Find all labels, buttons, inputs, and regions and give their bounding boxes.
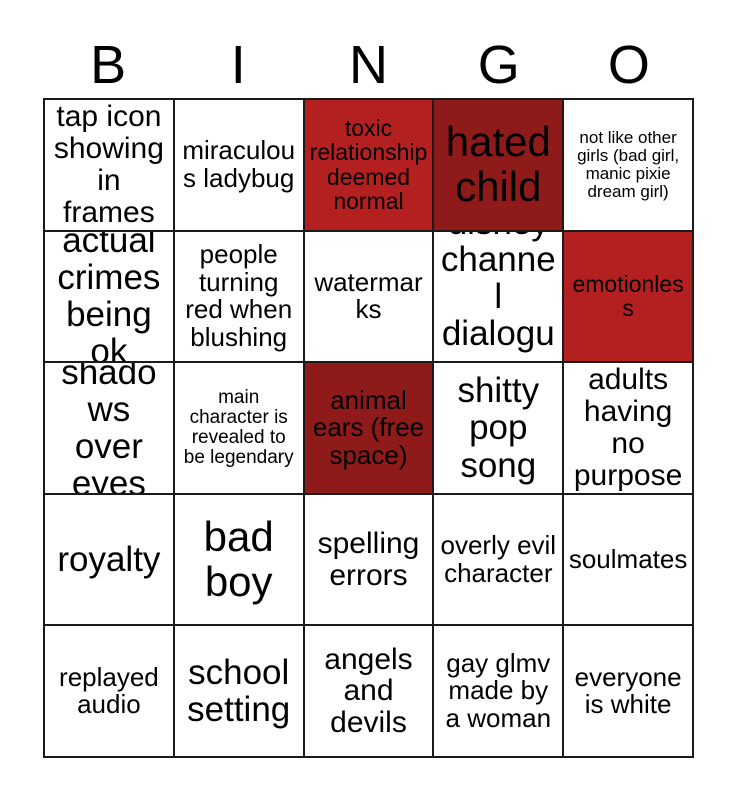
bingo-cell-r4-c2[interactable]: angels and devils [304,626,435,758]
bingo-cell-label: overly evil character [440,530,557,588]
bingo-cell-r2-c2[interactable]: animal ears (free space) [304,363,435,495]
bingo-cell-r3-c4[interactable]: soulmates [564,494,694,627]
bingo-cell-label: tap icon showing in frames [53,100,164,229]
bingo-cell-r0-c4[interactable]: not like other girls (bad girl, manic pi… [564,100,694,232]
bingo-cell-label: everyone is white [574,661,682,720]
bingo-cell-r0-c0[interactable]: tap icon showing in frames [45,100,175,232]
bingo-cell-label: actual crimes being ok [57,231,161,364]
bingo-cell-label: royalty [57,540,161,580]
bingo-cell-label: bad boy [203,513,274,605]
bingo-cell-label: watermarks [314,266,423,325]
bingo-cell-label: main character is revealed to be legenda… [183,386,294,469]
bingo-header-letter-g: G [477,35,520,95]
bingo-cell-r2-c4[interactable]: adults having no purpose [564,363,694,495]
bingo-cell-label: emotionless [572,271,684,322]
bingo-cell-r0-c1[interactable]: miraculous ladybug [174,100,305,232]
bingo-cell-label: hated child [445,118,551,210]
bingo-cell-r2-c1[interactable]: main character is revealed to be legenda… [174,363,305,495]
bingo-cell-r1-c2[interactable]: watermarks [304,231,435,364]
bingo-cell-r4-c0[interactable]: replayed audio [45,626,175,758]
bingo-cell-r3-c2[interactable]: spelling errors [304,494,435,627]
bingo-grid: tap icon showing in frames miraculous lad… [43,98,694,758]
bingo-cell-label: angels and devils [324,642,413,740]
bingo-cell-r4-c4[interactable]: everyone is white [564,626,694,758]
bingo-cell-label: animal ears (free space) [312,384,425,470]
bingo-header-letter-n: N [349,35,388,95]
bingo-cell-label: disney channel dialogue [440,232,556,362]
bingo-cell-r3-c1[interactable]: bad boy [174,494,305,627]
bingo-cell-r1-c4[interactable]: emotionless [564,231,694,364]
bingo-header-letter-b: B [90,35,127,95]
bingo-cell-r4-c3[interactable]: gay glmv made by a woman [434,626,565,758]
bingo-cell-label: toxic relationship deemed normal [309,115,428,215]
bingo-header-letter-o: O [607,35,650,95]
bingo-cell-r2-c3[interactable]: shitty pop song [434,363,565,495]
bingo-cell-r4-c1[interactable]: school setting [174,626,305,758]
bingo-card: B I N G O tap icon showing in frames mira… [0,0,736,800]
bingo-cell-r0-c3[interactable]: hated child [434,100,565,232]
bingo-cell-label: not like other girls (bad girl, manic pi… [577,127,680,201]
bingo-cell-label: gay glmv made by a woman [445,647,552,733]
bingo-cell-label: shadows over eyes [61,363,157,495]
bingo-cell-r3-c0[interactable]: royalty [45,494,175,627]
bingo-header-row: B I N G O [43,34,694,96]
bingo-cell-r0-c2[interactable]: toxic relationship deemed normal [304,100,435,232]
bingo-cell-label: soulmates [568,543,688,574]
bingo-cell-label: spelling errors [317,526,420,592]
bingo-cell-r1-c1[interactable]: people turning red when blushing [174,231,305,364]
bingo-cell-label: shitty pop song [457,371,540,485]
bingo-cell-r1-c0[interactable]: actual crimes being ok [45,231,175,364]
bingo-cell-r1-c3[interactable]: disney channel dialogue [434,231,565,364]
bingo-cell-label: people turning red when blushing [185,239,293,352]
bingo-cell-label: replayed audio [59,661,159,720]
bingo-cell-label: miraculous ladybug [182,135,296,193]
bingo-cell-r2-c0[interactable]: shadows over eyes [45,363,175,495]
bingo-cell-label: adults having no purpose [573,363,683,492]
bingo-cell-r3-c3[interactable]: overly evil character [434,494,565,627]
bingo-header-letter-i: I [230,35,246,95]
bingo-cell-label: school setting [187,653,291,730]
